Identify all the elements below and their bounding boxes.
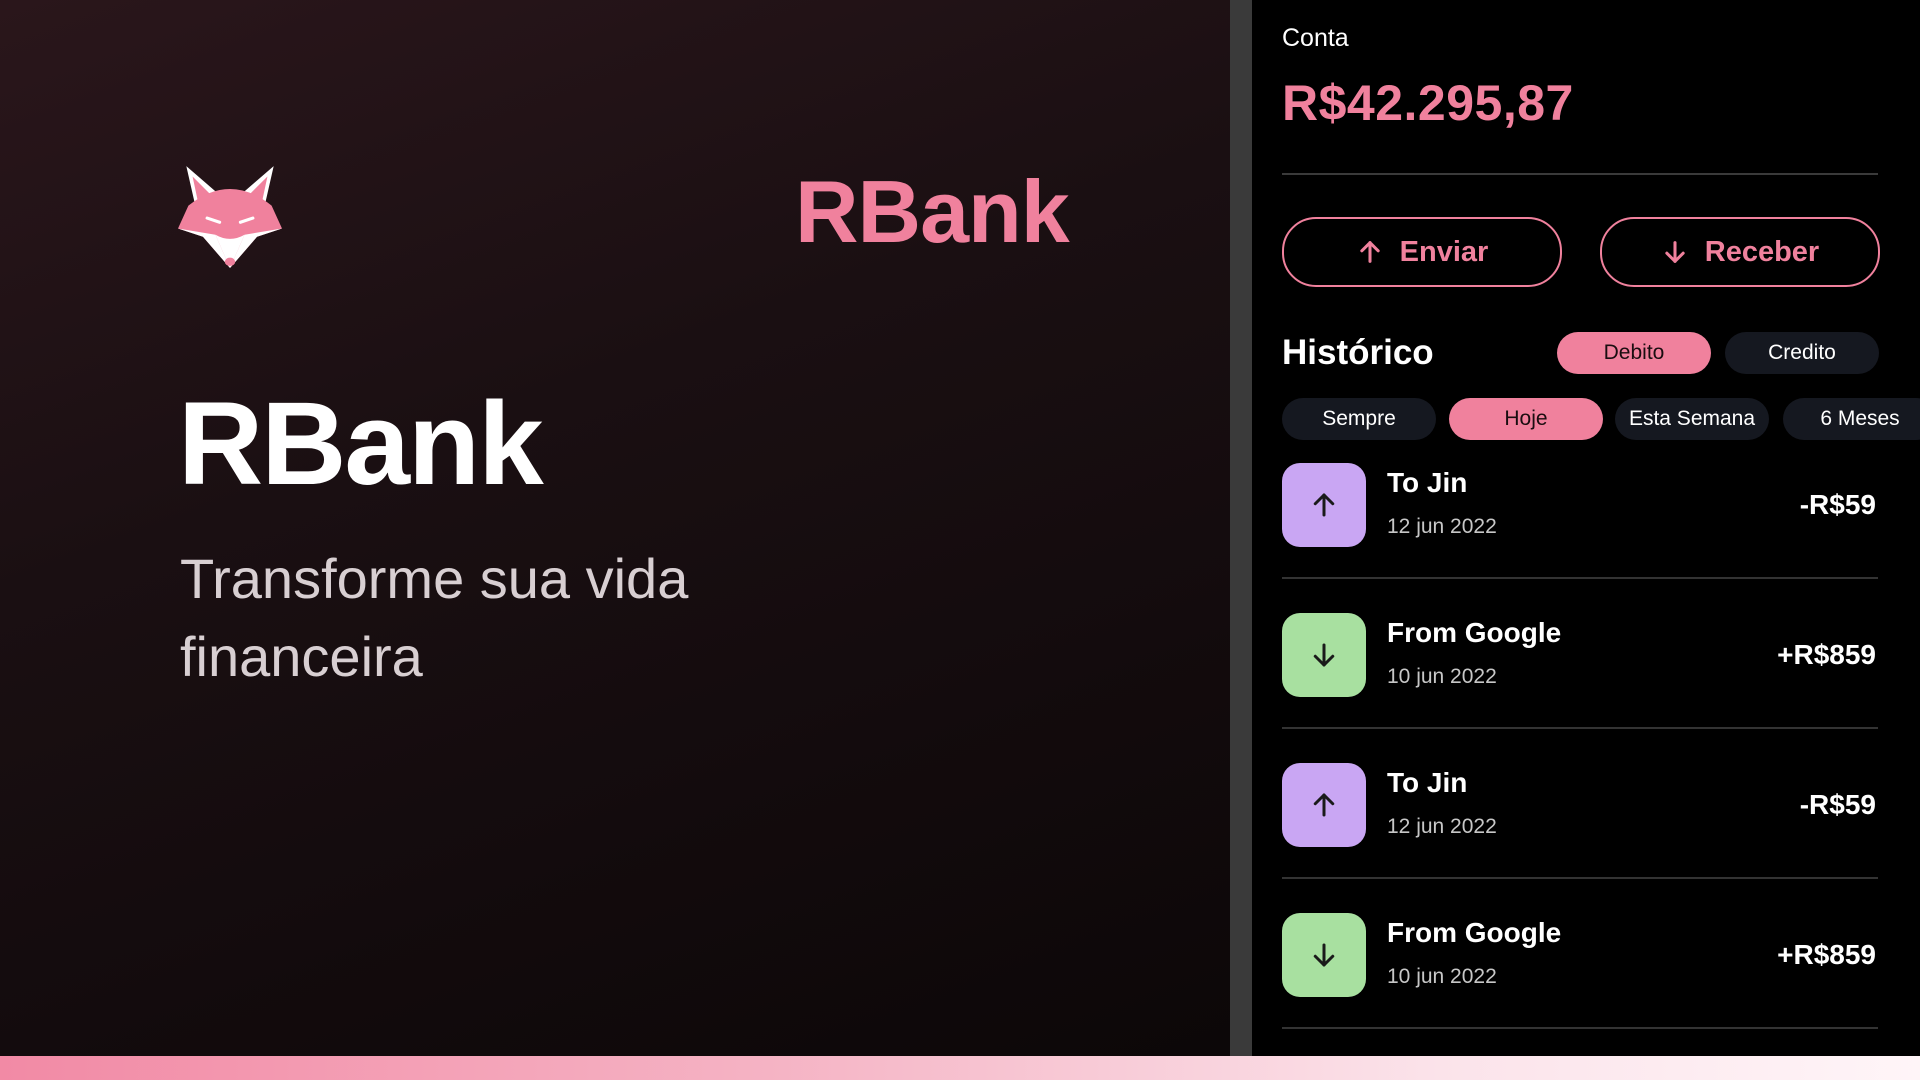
- transaction-in-icon: [1282, 913, 1366, 997]
- transaction-name: To Jin: [1387, 467, 1468, 498]
- filter-debito[interactable]: Debito: [1557, 332, 1711, 374]
- transaction-amount: -R$59: [1799, 489, 1876, 520]
- brand-wordmark: RBank: [795, 162, 1070, 261]
- filter-6-meses[interactable]: 6 Meses: [1783, 398, 1920, 440]
- transaction-item[interactable]: From Google 10 jun 2022 +R$859: [1282, 613, 1878, 763]
- transaction-date: 10 jun 2022: [1387, 965, 1497, 988]
- arrow-up-icon: [1359, 241, 1380, 263]
- transaction-name: To Jin: [1387, 767, 1468, 798]
- transaction-amount: -R$59: [1799, 789, 1876, 820]
- divider: [1282, 1027, 1878, 1029]
- filter-credito[interactable]: Credito: [1725, 332, 1879, 374]
- arrow-down-icon: [1313, 643, 1335, 667]
- transaction-in-icon: [1282, 613, 1366, 697]
- transaction-out-icon: [1282, 463, 1366, 547]
- receive-button-label: Receber: [1704, 235, 1820, 268]
- transaction-amount: +R$859: [1777, 939, 1876, 970]
- transaction-date: 10 jun 2022: [1387, 665, 1497, 688]
- hero-section: RBank RBank Transforme sua vida financei…: [0, 0, 1230, 1056]
- send-button[interactable]: Enviar: [1282, 217, 1562, 287]
- receive-button[interactable]: Receber: [1600, 217, 1880, 287]
- filter-sempre[interactable]: Sempre: [1282, 398, 1436, 440]
- filter-hoje[interactable]: Hoje: [1449, 398, 1603, 440]
- transaction-amount: +R$859: [1777, 639, 1876, 670]
- arrow-down-icon: [1665, 241, 1685, 263]
- transaction-item[interactable]: To Jin 12 jun 2022 -R$59: [1282, 463, 1878, 613]
- transaction-item[interactable]: To Jin 12 jun 2022 -R$59: [1282, 763, 1878, 913]
- hero-title: RBank: [178, 378, 544, 510]
- filter-esta-semana[interactable]: Esta Semana: [1615, 398, 1769, 440]
- arrow-up-icon: [1313, 493, 1335, 517]
- transaction-date: 12 jun 2022: [1387, 515, 1497, 538]
- transaction-item[interactable]: From Google 10 jun 2022 +R$859: [1282, 913, 1878, 1056]
- wallet-panel: Conta R$42.295,87 Enviar Receber Históri…: [1252, 0, 1920, 1056]
- scrollbar[interactable]: [1230, 0, 1252, 1056]
- divider: [1282, 727, 1878, 729]
- send-button-label: Enviar: [1399, 235, 1489, 268]
- account-balance: R$42.295,87: [1282, 75, 1574, 131]
- transaction-name: From Google: [1387, 917, 1562, 948]
- transaction-out-icon: [1282, 763, 1366, 847]
- arrow-up-icon: [1313, 793, 1335, 817]
- arrow-down-icon: [1313, 943, 1335, 967]
- transaction-date: 12 jun 2022: [1387, 815, 1497, 838]
- account-label: Conta: [1282, 24, 1349, 52]
- divider: [1282, 173, 1878, 175]
- bottom-gradient-bar: [0, 1056, 1920, 1080]
- app-frame: RBank RBank Transforme sua vida financei…: [0, 0, 1920, 1080]
- history-title: Histórico: [1282, 333, 1434, 372]
- divider: [1282, 877, 1878, 879]
- hero-subtitle: Transforme sua vida financeira: [180, 547, 689, 688]
- fox-logo-icon: [178, 166, 282, 268]
- divider: [1282, 577, 1878, 579]
- transaction-name: From Google: [1387, 617, 1562, 648]
